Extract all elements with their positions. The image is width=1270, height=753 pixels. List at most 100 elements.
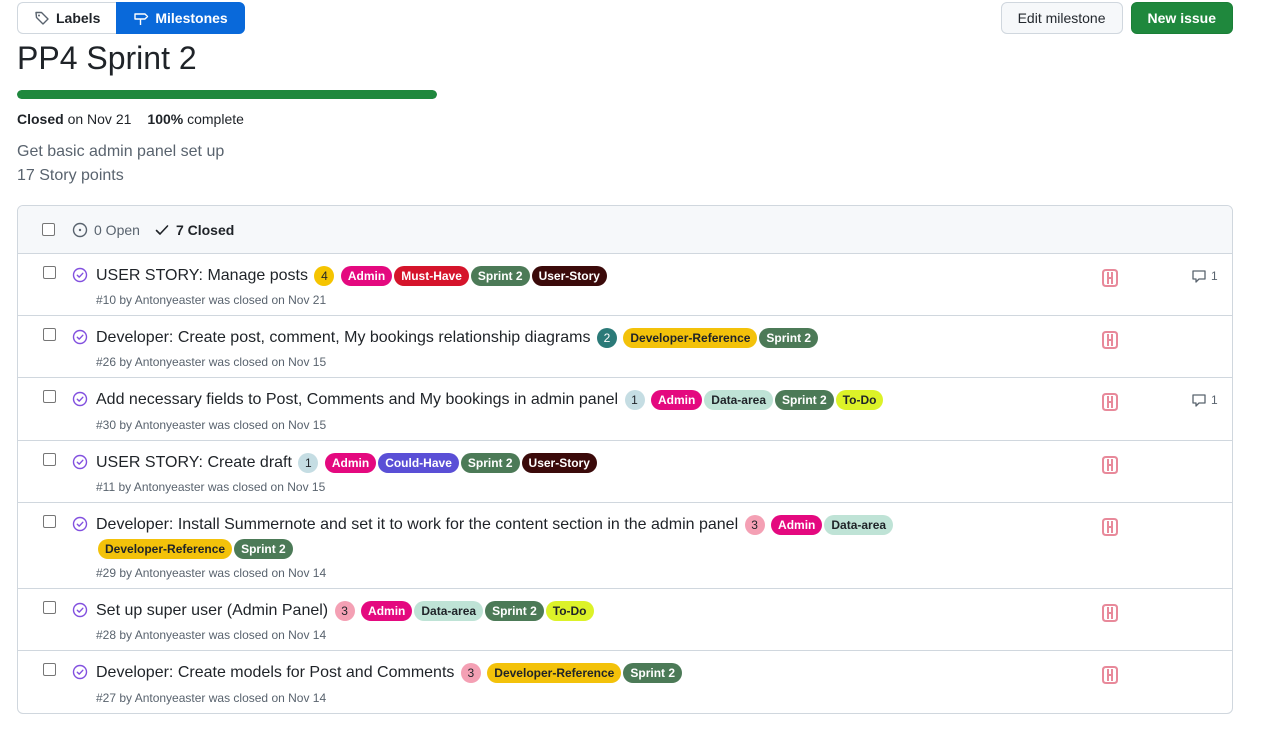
issue-title[interactable]: Developer: Create models for Post and Co… bbox=[96, 664, 454, 681]
select-all-checkbox[interactable] bbox=[42, 223, 55, 236]
story-points-badge: 2 bbox=[596, 328, 617, 349]
issue-title[interactable]: Developer: Create post, comment, My book… bbox=[96, 329, 590, 346]
issue-checkbox[interactable] bbox=[43, 663, 56, 677]
issue-checkbox[interactable] bbox=[43, 390, 56, 404]
assignee-avatar[interactable] bbox=[1100, 665, 1120, 685]
issue-checkbox[interactable] bbox=[43, 514, 56, 528]
closed-date: on Nov 21 bbox=[63, 111, 132, 127]
issue-checkbox[interactable] bbox=[43, 601, 56, 615]
description-line-1: Get basic admin panel set up bbox=[17, 143, 225, 160]
comment-icon bbox=[1192, 270, 1206, 283]
issue-label[interactable]: Sprint 2 bbox=[234, 538, 293, 559]
issue-label[interactable]: Admin bbox=[340, 266, 393, 286]
issue-label[interactable]: To-Do bbox=[545, 601, 594, 622]
issue-label[interactable]: Admin bbox=[771, 514, 823, 535]
assignee-avatar[interactable] bbox=[1100, 392, 1120, 412]
issue-checkbox[interactable] bbox=[43, 328, 56, 342]
percent-complete: 100% bbox=[147, 111, 184, 127]
issue-label[interactable]: Admin bbox=[324, 452, 377, 473]
milestone-icon bbox=[134, 13, 149, 25]
issue-closed-icon bbox=[72, 267, 88, 283]
issue-meta: #11 by Antonyeaster was closed on Nov 15 bbox=[96, 479, 326, 494]
labels-tab-label: Labels bbox=[56, 10, 101, 26]
milestone-description: Get basic admin panel set up 17 Story po… bbox=[17, 140, 224, 188]
issue-closed-icon bbox=[72, 602, 88, 618]
issue-closed-icon bbox=[72, 516, 88, 532]
assignee-avatar[interactable] bbox=[1100, 455, 1120, 475]
issue-row[interactable]: Developer: Install Summernote and set it… bbox=[18, 503, 1232, 590]
issue-label[interactable]: Data-area bbox=[824, 514, 894, 535]
issues-list-header: 0 Open 7 Closed bbox=[18, 206, 1232, 254]
labels-tab[interactable]: Labels bbox=[17, 2, 117, 34]
issue-label[interactable]: To-Do bbox=[835, 390, 884, 411]
edit-milestone-button[interactable]: Edit milestone bbox=[1000, 2, 1123, 34]
issue-closed-icon bbox=[72, 665, 88, 680]
issue-label[interactable]: Admin bbox=[650, 390, 703, 411]
closed-filter[interactable]: 7 Closed bbox=[154, 222, 234, 238]
labels-milestones-nav: Labels Milestones bbox=[17, 2, 245, 34]
issue-label[interactable]: Sprint 2 bbox=[470, 266, 530, 286]
issue-label[interactable]: User-Story bbox=[531, 266, 607, 286]
issue-label[interactable]: Developer-Reference bbox=[487, 663, 622, 684]
milestone-actions: Edit milestone New issue bbox=[1000, 2, 1233, 34]
issue-title[interactable]: Set up super user (Admin Panel) bbox=[96, 602, 328, 619]
description-line-2: 17 Story points bbox=[17, 167, 124, 184]
issue-row[interactable]: Developer: Create models for Post and Co… bbox=[18, 651, 1232, 712]
issue-label[interactable]: Data-area bbox=[704, 390, 773, 411]
story-points-badge: 1 bbox=[298, 452, 319, 473]
issue-label[interactable]: Sprint 2 bbox=[460, 452, 520, 473]
assignee-avatar[interactable] bbox=[1100, 517, 1120, 537]
complete-word: complete bbox=[183, 111, 244, 127]
issue-row[interactable]: USER STORY: Create draft 1 Admin Could-Ha… bbox=[18, 441, 1232, 503]
issue-row[interactable]: USER STORY: Manage posts 4 Admin Must-Hav… bbox=[18, 254, 1232, 317]
issue-label[interactable]: Developer-Reference bbox=[623, 328, 758, 349]
issue-label[interactable]: Data-area bbox=[414, 601, 484, 622]
comment-icon bbox=[1192, 394, 1206, 408]
issue-label[interactable]: Sprint 2 bbox=[485, 601, 544, 622]
check-icon bbox=[155, 224, 169, 235]
open-filter[interactable]: 0 Open bbox=[72, 222, 140, 238]
milestone-meta: Closed on Nov 21 100% complete bbox=[17, 111, 244, 127]
issue-label[interactable]: Could-Have bbox=[378, 452, 459, 473]
tag-icon bbox=[35, 11, 49, 25]
issue-open-icon bbox=[72, 222, 88, 237]
comments-link[interactable]: 1 bbox=[1191, 392, 1218, 408]
issue-title[interactable]: Developer: Install Summernote and set it… bbox=[96, 516, 738, 533]
issue-checkbox[interactable] bbox=[43, 452, 56, 466]
issue-label[interactable]: Sprint 2 bbox=[759, 328, 819, 349]
issue-label[interactable]: Sprint 2 bbox=[623, 663, 683, 684]
issue-meta: #29 by Antonyeaster was closed on Nov 14 bbox=[96, 566, 327, 581]
issue-title[interactable]: Add necessary fields to Post, Comments a… bbox=[96, 391, 618, 408]
issue-row[interactable]: Set up super user (Admin Panel) 3 Admin D… bbox=[18, 589, 1232, 652]
comment-count: 1 bbox=[1211, 393, 1218, 408]
assignee-avatar[interactable] bbox=[1100, 330, 1120, 350]
issue-label[interactable]: Sprint 2 bbox=[775, 390, 834, 411]
story-points-badge: 1 bbox=[624, 390, 645, 411]
issue-meta: #30 by Antonyeaster was closed on Nov 15 bbox=[96, 417, 327, 432]
assignee-avatar[interactable] bbox=[1100, 603, 1120, 623]
issue-label[interactable]: Must-Have bbox=[394, 266, 469, 286]
issue-label[interactable]: Admin bbox=[361, 601, 413, 622]
closed-word: Closed bbox=[17, 111, 64, 127]
story-points-badge: 3 bbox=[460, 663, 481, 684]
issue-title[interactable]: USER STORY: Manage posts bbox=[96, 267, 308, 284]
comments-link[interactable]: 1 bbox=[1191, 268, 1218, 284]
issue-checkbox[interactable] bbox=[43, 266, 56, 279]
progress-fill bbox=[17, 90, 437, 99]
issue-label[interactable]: User-Story bbox=[521, 452, 597, 473]
new-issue-button[interactable]: New issue bbox=[1130, 2, 1233, 34]
issue-label[interactable]: Developer-Reference bbox=[98, 538, 233, 559]
milestones-tab-label: Milestones bbox=[155, 10, 228, 26]
assignee-avatar[interactable] bbox=[1100, 268, 1120, 288]
milestone-progress-bar bbox=[17, 90, 437, 99]
issue-row[interactable]: Add necessary fields to Post, Comments a… bbox=[18, 378, 1232, 441]
issue-meta: #27 by Antonyeaster was closed on Nov 14 bbox=[96, 690, 327, 705]
comment-count: 1 bbox=[1211, 269, 1218, 283]
milestones-tab[interactable]: Milestones bbox=[116, 2, 245, 34]
issue-row[interactable]: Developer: Create post, comment, My book… bbox=[18, 316, 1232, 379]
issue-title[interactable]: USER STORY: Create draft bbox=[96, 454, 292, 471]
story-points-badge: 3 bbox=[744, 514, 765, 535]
milestone-title: PP4 Sprint 2 bbox=[17, 40, 197, 76]
open-count: 0 Open bbox=[94, 221, 140, 238]
issue-meta: #28 by Antonyeaster was closed on Nov 14 bbox=[96, 628, 327, 643]
